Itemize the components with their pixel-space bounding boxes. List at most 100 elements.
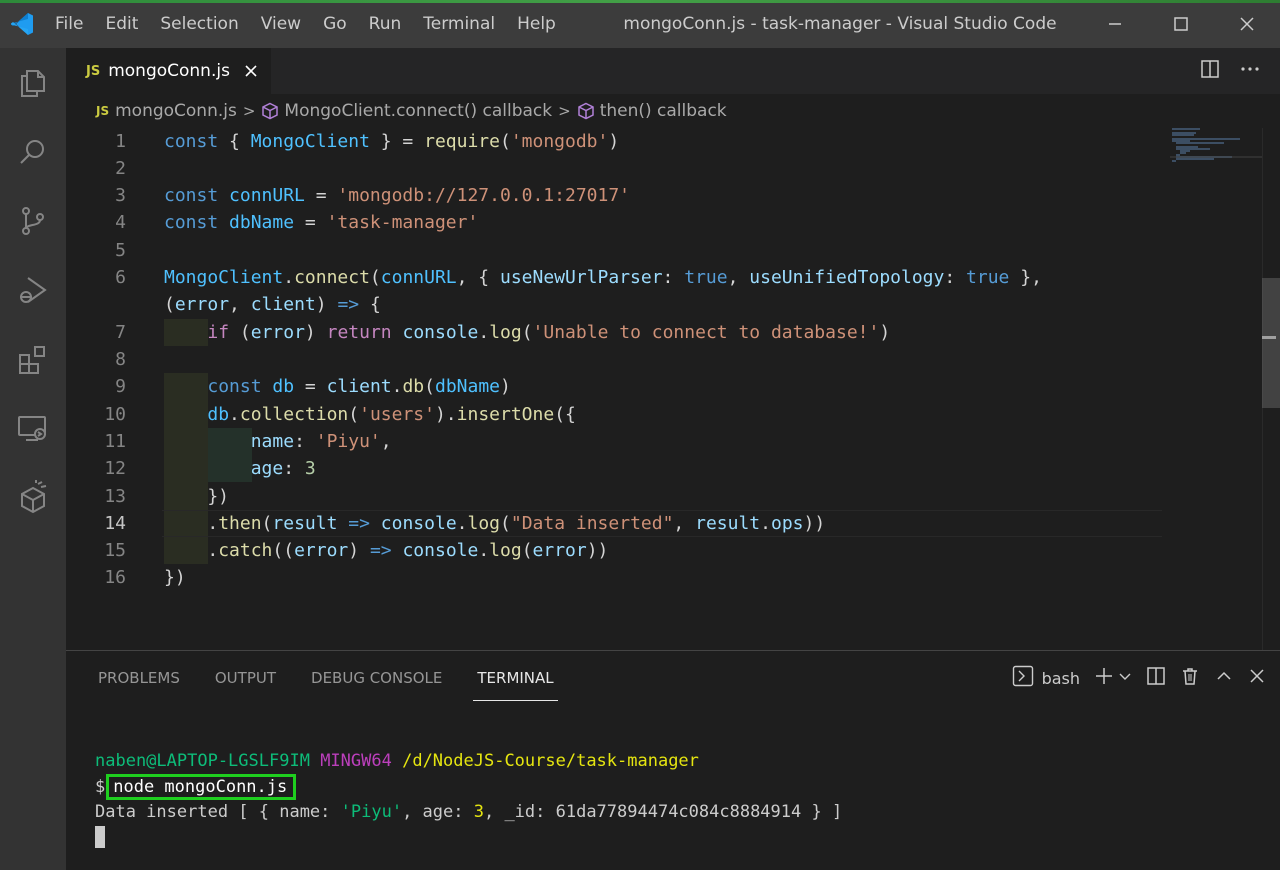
- minimize-button[interactable]: [1082, 0, 1148, 48]
- line-number: 2: [115, 158, 126, 179]
- line-number: 9: [115, 376, 126, 397]
- breadcrumb: JS mongoConn.js > MongoClient.connect() …: [66, 94, 1280, 128]
- code-line: 2: [66, 155, 1166, 182]
- maximize-button[interactable]: [1148, 0, 1214, 48]
- close-panel-button[interactable]: [1248, 667, 1266, 689]
- split-terminal-button[interactable]: [1146, 666, 1166, 690]
- js-file-icon: JS: [96, 104, 110, 118]
- menu-run[interactable]: Run: [358, 0, 413, 48]
- code-editor[interactable]: 1 const { MongoClient } = require('mongod…: [66, 128, 1280, 650]
- search-icon[interactable]: [0, 117, 66, 186]
- output-age: 3: [473, 802, 484, 822]
- code-line: (error, client) => {: [164, 294, 381, 315]
- method-cube-icon: [577, 102, 595, 120]
- more-actions-button[interactable]: [1240, 59, 1260, 83]
- overview-ruler-cursor: [1262, 336, 1276, 339]
- line-number: 8: [115, 349, 126, 370]
- menu-terminal[interactable]: Terminal: [412, 0, 506, 48]
- source-control-icon[interactable]: [0, 186, 66, 255]
- code-line: 7 if (error) return console.log('Unable …: [66, 319, 1166, 346]
- extensions-icon[interactable]: [0, 324, 66, 393]
- menu-help[interactable]: Help: [506, 0, 567, 48]
- code-line: 8: [66, 346, 1166, 373]
- line-number: 14: [104, 513, 126, 534]
- terminal-output[interactable]: naben@LAPTOP-LGSLF9IM MINGW64 /d/NodeJS-…: [95, 749, 842, 850]
- code-line: 12 age: 3: [66, 455, 1166, 482]
- terminal-shell-name[interactable]: bash: [1042, 669, 1080, 688]
- line-number: 6: [115, 267, 126, 288]
- ellipsis-icon: [1241, 67, 1259, 71]
- minimize-icon: [1109, 23, 1121, 25]
- menu-file[interactable]: File: [44, 0, 94, 48]
- output-mid: , age:: [402, 802, 474, 822]
- split-editor-button[interactable]: [1200, 59, 1220, 83]
- terminal-dropdown-button[interactable]: [1118, 669, 1132, 688]
- run-debug-icon[interactable]: [0, 255, 66, 324]
- line-number: 4: [115, 212, 126, 233]
- kill-terminal-button[interactable]: [1180, 666, 1200, 690]
- tab-terminal[interactable]: TERMINAL: [473, 651, 558, 705]
- editor-tab-bar: JS mongoConn.js: [66, 48, 1280, 94]
- close-icon: [1250, 669, 1264, 683]
- activity-bar: [0, 48, 66, 870]
- code-line: 15 .catch((error) => console.log(error)): [66, 537, 1166, 564]
- window-title: mongoConn.js - task-manager - Visual Stu…: [623, 14, 1057, 34]
- code-line: 14 .then(result => console.log("Data ins…: [66, 510, 1166, 537]
- tab-debug-console[interactable]: DEBUG CONSOLE: [311, 651, 442, 705]
- highlighted-command: node mongoConn.js: [106, 774, 297, 800]
- breadcrumb-file[interactable]: mongoConn.js: [115, 101, 237, 121]
- chevron-up-icon: [1217, 671, 1231, 680]
- menu-edit[interactable]: Edit: [94, 0, 149, 48]
- code-line: 6 MongoClient.connect(connURL, { useNewUr…: [66, 264, 1166, 291]
- close-icon: [245, 65, 257, 77]
- code-line: 10 db.collection('users').insertOne({: [66, 401, 1166, 428]
- line-number: 12: [104, 458, 126, 479]
- line-number: 13: [104, 486, 126, 507]
- docker-icon[interactable]: [0, 462, 66, 531]
- close-window-button[interactable]: [1214, 0, 1280, 48]
- menu-view[interactable]: View: [250, 0, 312, 48]
- menu-bar: File Edit Selection View Go Run Terminal…: [44, 0, 567, 48]
- code-line: 1 const { MongoClient } = require('mongod…: [66, 128, 1166, 155]
- code-line: 3 const connURL = 'mongodb://127.0.0.1:27…: [66, 182, 1166, 209]
- minimap[interactable]: [1170, 128, 1262, 168]
- tab-close-button[interactable]: [242, 62, 260, 80]
- panel-tabs: PROBLEMS OUTPUT DEBUG CONSOLE TERMINAL: [98, 651, 589, 705]
- tab-label: mongoConn.js: [108, 61, 230, 81]
- split-terminal-icon: [1147, 667, 1165, 685]
- breadcrumb-symbol-then[interactable]: then() callback: [600, 101, 727, 121]
- code-line: 9 const db = client.db(dbName): [66, 373, 1166, 400]
- chevron-right-icon: >: [242, 102, 256, 120]
- output-suffix: , _id: 61da77894474c084c8884914 } ]: [483, 802, 843, 822]
- split-editor-icon: [1201, 60, 1219, 78]
- code-line: 16}): [66, 564, 1166, 591]
- explorer-icon[interactable]: [0, 48, 66, 117]
- editor-scrollbar-thumb[interactable]: [1262, 278, 1280, 408]
- maximize-panel-button[interactable]: [1214, 666, 1234, 690]
- line-number: 7: [115, 322, 126, 343]
- title-bar: File Edit Selection View Go Run Terminal…: [0, 0, 1280, 48]
- remote-explorer-icon[interactable]: [0, 393, 66, 462]
- menu-selection[interactable]: Selection: [149, 0, 249, 48]
- tab-problems[interactable]: PROBLEMS: [98, 651, 180, 705]
- code-line: 11 name: 'Piyu',: [66, 428, 1166, 455]
- bottom-panel: PROBLEMS OUTPUT DEBUG CONSOLE TERMINAL b…: [66, 650, 1280, 870]
- trash-icon: [1183, 668, 1197, 685]
- line-number: 1: [115, 131, 126, 152]
- js-file-icon: JS: [86, 63, 101, 79]
- menu-go[interactable]: Go: [312, 0, 358, 48]
- tab-mongoconn[interactable]: JS mongoConn.js: [66, 48, 271, 94]
- tab-output[interactable]: OUTPUT: [215, 651, 276, 705]
- code-line: 5: [66, 237, 1166, 264]
- command-text: node mongoConn.js: [113, 777, 288, 797]
- breadcrumb-symbol-connect[interactable]: MongoClient.connect() callback: [284, 101, 552, 121]
- terminal-cursor: [95, 826, 105, 848]
- prompt-path: /d/NodeJS-Course/task-manager: [402, 751, 699, 771]
- line-number: 15: [104, 540, 126, 561]
- new-terminal-button[interactable]: [1094, 666, 1114, 690]
- line-number: 3: [115, 185, 126, 206]
- prompt-symbol: $: [95, 777, 106, 797]
- chevron-right-icon: >: [558, 102, 571, 120]
- line-number: 10: [104, 404, 126, 425]
- plus-icon: [1096, 668, 1112, 684]
